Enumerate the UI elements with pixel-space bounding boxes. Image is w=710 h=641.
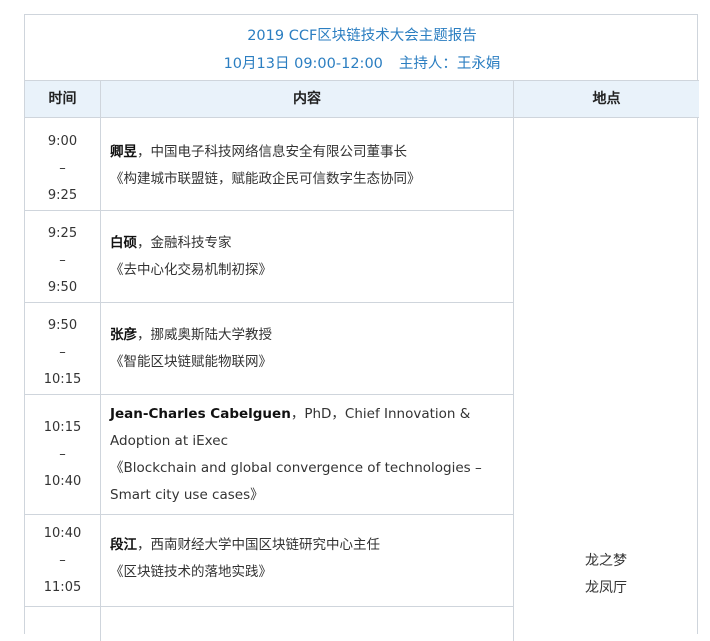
time-cell: 9:25 – 9:50 xyxy=(25,220,100,301)
start-time: 9:50 xyxy=(47,318,78,333)
speaker-name: Jean-Charles Cabelguen xyxy=(110,406,291,422)
content-cell: 卿昱，中国电子科技网络信息安全有限公司董事长 《构建城市联盟链，赋能政企民可信数… xyxy=(110,139,505,193)
end-time: 9:50 xyxy=(47,280,78,295)
end-time: 9:25 xyxy=(47,188,78,203)
talk-title: 《智能区块链赋能物联网》 xyxy=(110,354,272,370)
column-header-time: 时间 xyxy=(25,81,100,118)
table-row: 9:50 – 10:15 张彦，挪威奥斯陆大学教授 《智能区块链赋能物联网》 xyxy=(25,303,513,395)
talk-title: 《Blockchain and global convergence of te… xyxy=(110,460,482,503)
venue-line-2: 龙凤厅 xyxy=(585,580,627,596)
content-cell: 白硕，金融科技专家 《去中心化交易机制初探》 xyxy=(110,230,505,284)
time-separator: – xyxy=(59,345,66,360)
session-subtitle: 10月13日 09:00-12:00 主持人：王永娟 xyxy=(25,52,699,73)
content-cell: 段江，西南财经大学中国区块链研究中心主任 《区块链技术的落地实践》 xyxy=(110,532,505,586)
column-header-content: 内容 xyxy=(101,81,513,118)
venue-cell: 龙之梦 龙凤厅 xyxy=(513,548,699,602)
time-cell: 9:50 – 10:15 xyxy=(25,312,100,393)
talk-title: 《去中心化交易机制初探》 xyxy=(110,262,272,278)
time-separator: – xyxy=(59,447,66,462)
start-time: 10:40 xyxy=(43,526,82,541)
session-host: 主持人：王永娟 xyxy=(398,56,501,72)
speaker-role: ，中国电子科技网络信息安全有限公司董事长 xyxy=(137,144,407,160)
agenda-table: 2019 CCF区块链技术大会主题报告 10月13日 09:00-12:00 主持… xyxy=(24,14,699,641)
content-cell: Jean-Charles Cabelguen，PhD，Chief Innovat… xyxy=(110,401,505,509)
end-time: 10:40 xyxy=(43,474,82,489)
table-row: 9:25 – 9:50 白硕，金融科技专家 《去中心化交易机制初探》 xyxy=(25,211,513,303)
end-time: 10:15 xyxy=(43,372,82,387)
speaker-name: 段江 xyxy=(110,537,137,553)
session-date-time: 10月13日 09:00-12:00 xyxy=(223,56,383,72)
column-header-venue: 地点 xyxy=(514,81,699,118)
speaker-role: ，西南财经大学中国区块链研究中心主任 xyxy=(137,537,380,553)
content-cell: 张彦，挪威奥斯陆大学教授 《智能区块链赋能物联网》 xyxy=(110,322,505,376)
venue-line-1: 龙之梦 xyxy=(585,553,627,569)
time-separator: – xyxy=(59,161,66,176)
talk-title: 《构建城市联盟链，赋能政企民可信数字生态协同》 xyxy=(110,171,421,187)
time-cell: 10:40 – 11:05 xyxy=(25,520,100,601)
table-row: 10:40 – 11:05 段江，西南财经大学中国区块链研究中心主任 《区块链技… xyxy=(25,515,513,607)
start-time: 10:15 xyxy=(43,420,82,435)
speaker-name: 张彦 xyxy=(110,327,137,343)
table-caption: 2019 CCF区块链技术大会主题报告 10月13日 09:00-12:00 主持… xyxy=(25,15,699,81)
speaker-role: ，挪威奥斯陆大学教授 xyxy=(137,327,272,343)
table-row: 10:15 – 10:40 Jean-Charles Cabelguen，PhD… xyxy=(25,395,513,515)
time-separator: – xyxy=(59,253,66,268)
end-time: 11:05 xyxy=(43,580,82,595)
speaker-name: 卿昱 xyxy=(110,144,137,160)
page-title: 2019 CCF区块链技术大会主题报告 xyxy=(247,28,477,44)
time-separator: – xyxy=(59,553,66,568)
time-cell: 9:00 – 9:25 xyxy=(25,128,100,209)
time-cell: 10:15 – 10:40 xyxy=(25,414,100,495)
talk-title: 《区块链技术的落地实践》 xyxy=(110,564,272,580)
table-row: 9:00 – 9:25 卿昱，中国电子科技网络信息安全有限公司董事长 《构建城市… xyxy=(25,118,513,211)
start-time: 9:00 xyxy=(47,134,78,149)
speaker-name: 白硕 xyxy=(110,235,137,251)
start-time: 9:25 xyxy=(47,226,78,241)
speaker-role: ，金融科技专家 xyxy=(137,235,232,251)
